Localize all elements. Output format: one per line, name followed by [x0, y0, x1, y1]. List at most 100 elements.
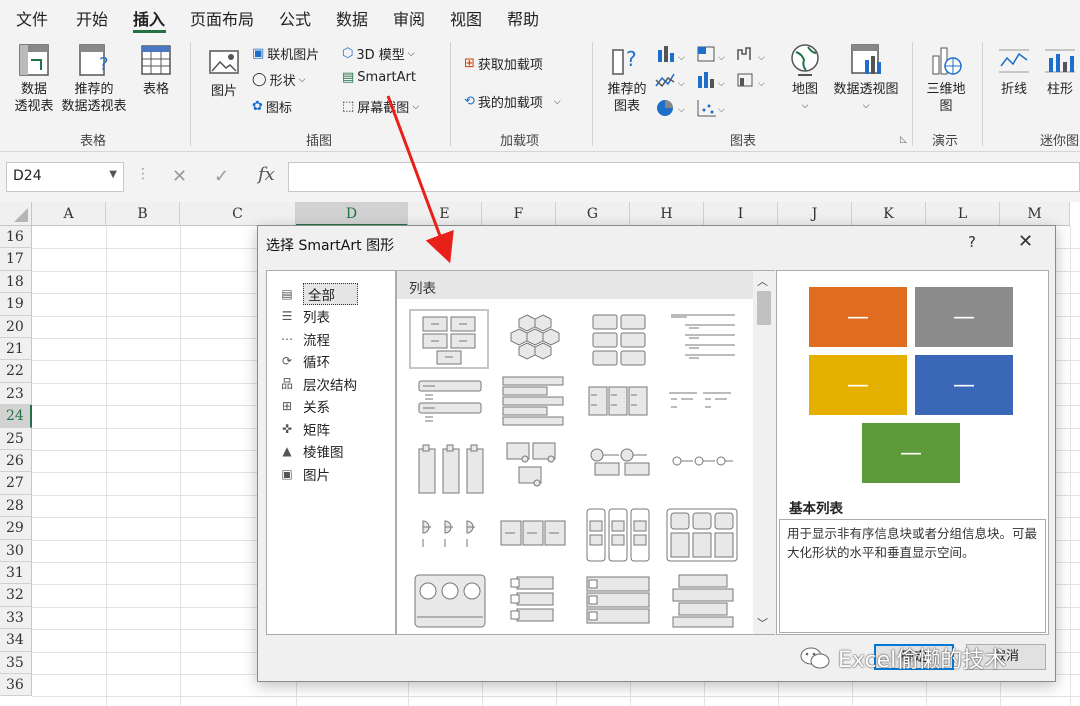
column-header-f[interactable]: F	[482, 202, 556, 226]
scroll-down-icon[interactable]: ﹀	[757, 615, 768, 631]
tab-page-layout[interactable]: 页面布局	[190, 6, 254, 30]
category-process[interactable]: ⋯ 流程	[279, 328, 330, 349]
category-picture[interactable]: ▣ 图片	[279, 463, 330, 484]
column-header-g[interactable]: G	[556, 202, 630, 226]
row-header-19[interactable]: 19	[0, 293, 32, 316]
layout-segmented-list[interactable]	[581, 573, 661, 633]
column-header-e[interactable]: E	[408, 202, 482, 226]
tab-review[interactable]: 审阅	[393, 6, 425, 30]
row-header-36[interactable]: 36	[0, 674, 32, 697]
row-header-29[interactable]: 29	[0, 517, 32, 540]
row-header-16[interactable]: 16	[0, 226, 32, 249]
column-header-j[interactable]: J	[778, 202, 852, 226]
layout-box-group-list[interactable]	[665, 507, 745, 567]
row-header-32[interactable]: 32	[0, 584, 32, 607]
row-header-30[interactable]: 30	[0, 539, 32, 562]
row-header-23[interactable]: 23	[0, 382, 32, 406]
column-header-k[interactable]: K	[852, 202, 926, 226]
shapes-button[interactable]: ◯ 形状 ⌵	[252, 70, 305, 89]
category-relationship[interactable]: ⊞ 关系	[279, 396, 330, 417]
row-header-18[interactable]: 18	[0, 270, 32, 294]
smartart-button[interactable]: ▤ SmartArt	[342, 70, 416, 85]
get-addins-button[interactable]: ⊞ 获取加载项	[464, 54, 543, 73]
category-matrix[interactable]: ✜ 矩阵	[279, 418, 330, 439]
row-header-33[interactable]: 33	[0, 606, 32, 630]
help-icon[interactable]: ?	[968, 233, 976, 251]
layout-lined-list[interactable]	[665, 311, 745, 371]
category-all[interactable]: ▤ 全部	[279, 282, 358, 305]
category-hierarchy[interactable]: 品层次结构	[279, 373, 357, 394]
layout-basic-block-list[interactable]	[409, 309, 489, 369]
select-all-corner[interactable]	[0, 202, 32, 226]
row-header-34[interactable]: 34	[0, 629, 32, 652]
column-header-d[interactable]: D	[296, 202, 408, 226]
recommended-charts-button[interactable]: ? 推荐的 图表	[602, 42, 652, 115]
category-list-item[interactable]: ☰ 列表	[279, 306, 330, 327]
chevron-down-icon[interactable]: ▼	[109, 169, 117, 180]
scrollbar-thumb[interactable]	[757, 291, 771, 325]
3d-map-button[interactable]: 三维地 图	[920, 42, 972, 115]
picture-button[interactable]: 图片	[204, 46, 244, 100]
tab-home[interactable]: 开始	[76, 6, 108, 30]
3d-model-button[interactable]: ⬡ 3D 模型 ⌵	[342, 44, 415, 63]
layout-table-list[interactable]	[581, 375, 661, 435]
row-header-31[interactable]: 31	[0, 562, 32, 585]
dialog-launcher-icon[interactable]: ◺	[900, 135, 907, 145]
my-addins-button[interactable]: ⟲ 我的加载项 ⌵	[464, 92, 561, 111]
screenshot-button[interactable]: ⬚ 屏幕截图 ⌵	[342, 97, 419, 116]
online-picture-button[interactable]: ▣ 联机图片	[252, 44, 319, 63]
column-header-i[interactable]: I	[704, 202, 778, 226]
row-header-35[interactable]: 35	[0, 651, 32, 674]
column-header-h[interactable]: H	[630, 202, 704, 226]
tab-file[interactable]: 文件	[16, 6, 48, 30]
close-icon[interactable]: ✕	[1018, 231, 1033, 252]
layout-circle-accent-list[interactable]	[581, 441, 661, 501]
layout-stacked-list[interactable]	[497, 375, 577, 435]
insert-function-icon[interactable]: fx	[258, 164, 275, 185]
row-header-27[interactable]: 27	[0, 472, 32, 495]
formula-input[interactable]	[288, 162, 1080, 192]
scroll-up-icon[interactable]: ︿	[757, 273, 768, 289]
tab-view[interactable]: 视图	[450, 6, 482, 30]
pivot-chart-button[interactable]: 数据透视图 ⌵	[828, 42, 904, 115]
layout-scrollbar[interactable]: ︿ ﹀	[753, 271, 775, 634]
pivot-table-button[interactable]: 数据 透视表	[8, 42, 60, 115]
cancel-icon[interactable]: ✕	[172, 166, 187, 187]
layout-arrow-block-list[interactable]	[497, 507, 577, 567]
maps-button[interactable]: 地图 ⌵	[784, 42, 826, 115]
layout-picture-caption-list[interactable]	[497, 441, 577, 501]
tab-insert[interactable]: 插入	[133, 6, 165, 30]
row-header-17[interactable]: 17	[0, 248, 32, 271]
row-header-22[interactable]: 22	[0, 360, 32, 383]
layout-vertical-group-list[interactable]	[581, 507, 661, 567]
layout-hexagon-cluster[interactable]	[497, 311, 577, 371]
column-header-c[interactable]: C	[180, 202, 296, 226]
tab-data[interactable]: 数据	[336, 6, 368, 30]
column-header-b[interactable]: B	[106, 202, 180, 226]
layout-trapezoid-list[interactable]	[497, 573, 577, 633]
column-header-a[interactable]: A	[32, 202, 106, 226]
layout-horizontal-bullet-list[interactable]	[665, 375, 745, 435]
sparkline-line-button[interactable]: 折线	[992, 44, 1036, 98]
row-header-20[interactable]: 20	[0, 315, 32, 338]
sparkline-column-button[interactable]: 柱形	[1040, 44, 1080, 98]
name-box[interactable]: D24 ▼	[6, 162, 124, 192]
layout-tab-list[interactable]	[413, 507, 493, 567]
layout-stacked-box-list[interactable]	[665, 573, 745, 633]
table-button[interactable]: 表格	[136, 42, 176, 98]
enter-icon[interactable]: ✓	[214, 166, 229, 187]
row-header-28[interactable]: 28	[0, 494, 32, 518]
category-cycle[interactable]: ⟳ 循环	[279, 351, 330, 372]
column-header-m[interactable]: M	[1000, 202, 1070, 226]
layout-circle-picture-list[interactable]	[413, 573, 493, 633]
row-header-24[interactable]: 24	[0, 405, 32, 428]
category-pyramid[interactable]: ▲ 棱锥图	[279, 441, 343, 462]
layout-vertical-box-list[interactable]	[413, 441, 493, 501]
layout-grouped-list[interactable]	[581, 311, 661, 371]
row-header-26[interactable]: 26	[0, 450, 32, 473]
row-header-25[interactable]: 25	[0, 427, 32, 450]
chart-types-icon[interactable]: ⌵ ⌵ ⌵ ⌵ ⌵ ⌵ ⌵ ⌵	[654, 44, 784, 120]
row-header-21[interactable]: 21	[0, 338, 32, 361]
column-header-l[interactable]: L	[926, 202, 1000, 226]
layout-process-list[interactable]	[665, 441, 745, 501]
